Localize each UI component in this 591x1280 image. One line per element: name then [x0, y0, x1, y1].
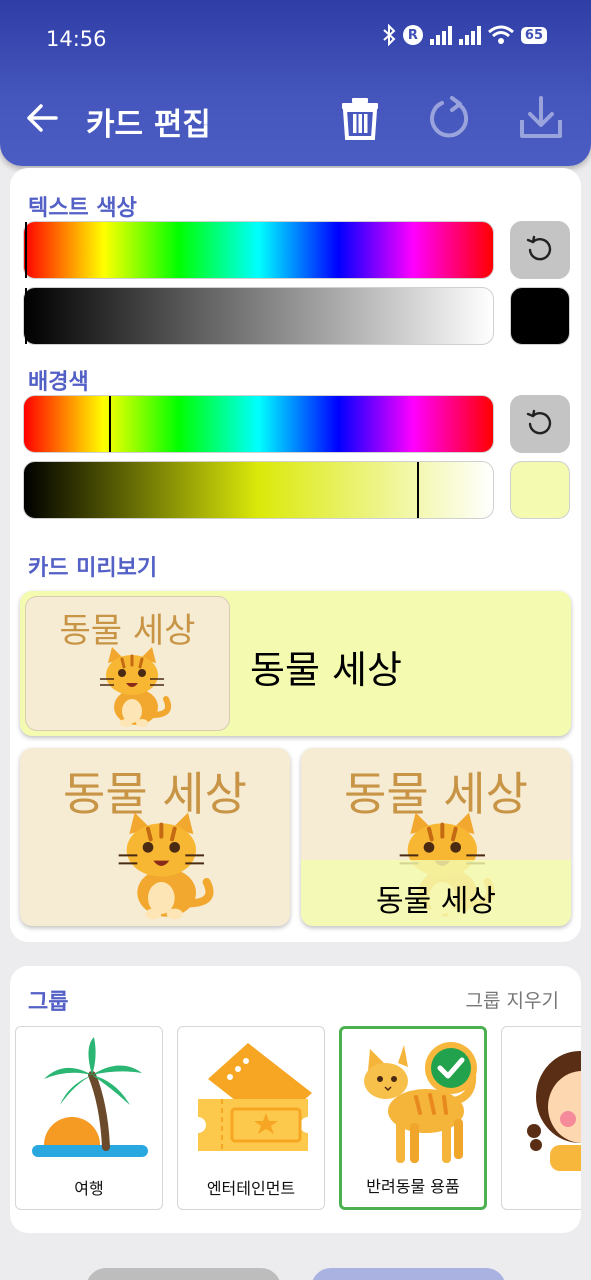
text-color-reset-button[interactable]: [510, 221, 570, 279]
preview-card-square: 동물 세상: [20, 748, 290, 926]
group-title: 그룹: [28, 990, 69, 1015]
status-icons: R 65: [382, 24, 547, 46]
bg-hue-thumb[interactable]: [109, 396, 111, 452]
signal-icon-2: [458, 25, 481, 45]
bluetooth-icon: [383, 24, 396, 46]
preview-image-tile: 동물 세상: [25, 596, 230, 731]
text-hue-thumb[interactable]: [25, 222, 27, 278]
ticket-icon: [198, 1043, 312, 1151]
reset-icon: [526, 409, 552, 435]
bg-color-reset-button[interactable]: [510, 395, 570, 453]
group-item-entertainment[interactable]: 엔터테인먼트: [177, 1026, 325, 1210]
r-icon: R: [402, 25, 423, 45]
check-badge-icon: [425, 1042, 477, 1094]
text-color-swatch: [510, 287, 570, 345]
back-arrow-icon[interactable]: [24, 98, 60, 138]
preview-overlay-text: 동물 세상: [376, 884, 496, 919]
palm-beach-icon: [32, 1037, 148, 1157]
download-icon[interactable]: [518, 96, 564, 140]
preview-label: 카드 미리보기: [28, 556, 158, 581]
preview-card-wide: 동물 세상 동물 세상: [20, 591, 571, 736]
reset-icon: [526, 235, 552, 261]
signal-icon: [429, 25, 452, 45]
clear-group-button[interactable]: 그룹 지우기: [466, 986, 559, 1013]
group-item-label: 여행: [74, 1179, 104, 1198]
preview-card-square-overlay: 동물 세상 동물 세상: [301, 748, 571, 926]
group-item-label: 반려동물 용품: [366, 1177, 460, 1196]
cat-icon: [100, 647, 172, 727]
cancel-button[interactable]: [86, 1268, 281, 1280]
preview-wide-text: 동물 세상: [250, 648, 402, 692]
text-hue-slider[interactable]: [23, 221, 494, 279]
girl-icon: [527, 1051, 581, 1171]
battery-icon: 65: [520, 26, 547, 44]
confirm-button[interactable]: [311, 1268, 506, 1280]
group-panel: 그룹 그룹 지우기 여행 엔터테인먼트 반려동물 용품: [10, 966, 581, 1233]
page-title: 카드 편집: [86, 107, 211, 143]
status-time: 14:56: [46, 27, 107, 51]
group-item-label: 엔터테인먼트: [206, 1179, 296, 1198]
bg-brightness-slider[interactable]: [23, 461, 494, 519]
bg-hue-slider[interactable]: [23, 395, 494, 453]
group-item-pet-supplies[interactable]: 반려동물 용품: [339, 1026, 487, 1210]
redo-icon[interactable]: [428, 96, 472, 140]
group-item-travel[interactable]: 여행: [15, 1026, 163, 1210]
text-brightness-slider[interactable]: [23, 287, 494, 345]
app-bar: 14:56 R 65 카드 편집: [0, 0, 591, 166]
text-color-label: 텍스트 색상: [28, 196, 137, 221]
text-brightness-thumb[interactable]: [25, 288, 27, 344]
bg-color-swatch: [510, 461, 570, 519]
group-item-partial[interactable]: [501, 1026, 581, 1210]
bg-brightness-thumb[interactable]: [417, 462, 419, 518]
wifi-icon: [487, 25, 514, 44]
trash-icon[interactable]: [338, 96, 382, 140]
cat-icon: [118, 812, 214, 920]
bg-color-label: 배경색: [28, 370, 89, 395]
